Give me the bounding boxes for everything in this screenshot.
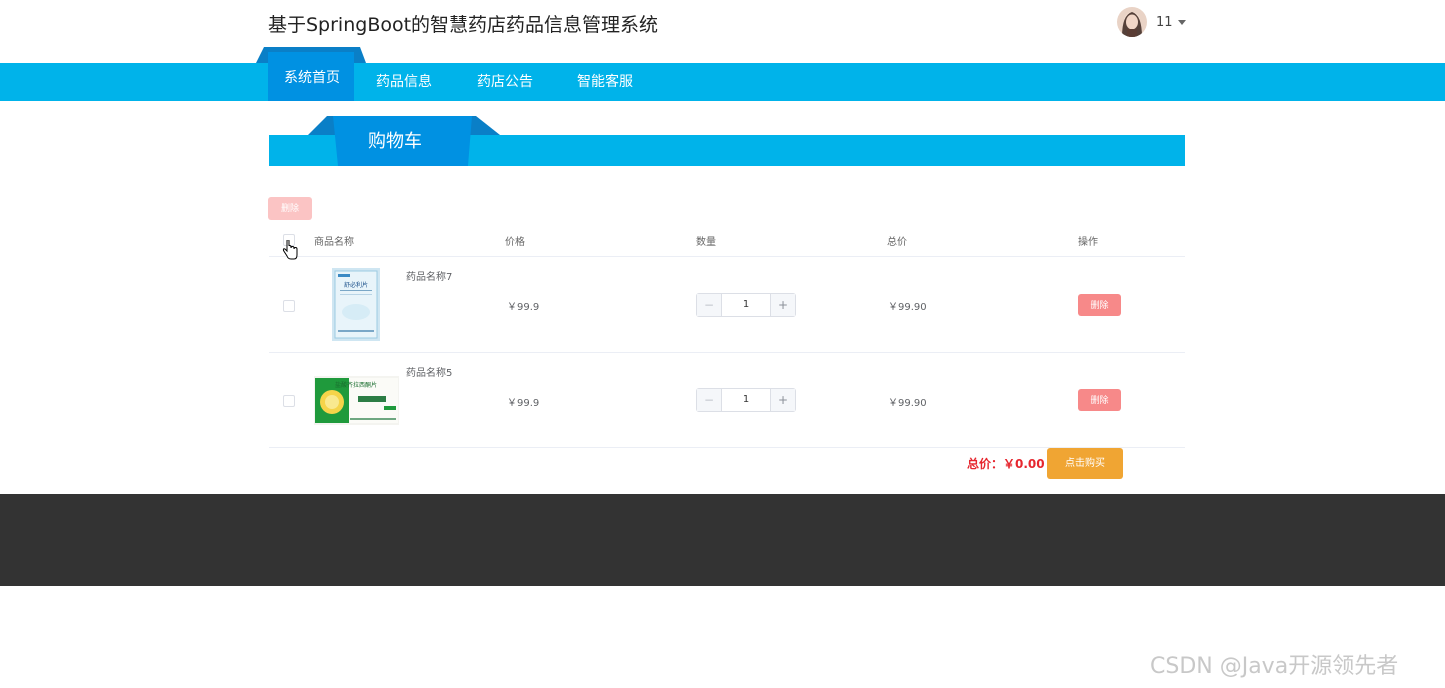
row-subtotal: ￥99.90: [888, 398, 927, 409]
product-image-label: 盐酸齐拉西酮片: [335, 381, 377, 389]
site-title: 基于SpringBoot的智慧药店药品信息管理系统: [268, 14, 659, 36]
nav-item-home[interactable]: 系统首页: [284, 47, 340, 101]
row-delete-button[interactable]: 删除: [1078, 389, 1121, 411]
hand-cursor-icon: [282, 240, 298, 260]
divider: [269, 256, 1185, 257]
product-name[interactable]: 药品名称5: [406, 364, 452, 379]
product-image: 舒必利片: [332, 268, 380, 341]
nav-item-pharmacy-notice[interactable]: 药店公告: [477, 63, 533, 101]
unit-price: ￥99.9: [507, 302, 540, 313]
cart-total: 总价：￥0.00: [967, 457, 1045, 471]
quantity-input[interactable]: [722, 294, 770, 316]
product-name[interactable]: 药品名称7: [406, 268, 452, 283]
column-header-price: 价格: [505, 237, 525, 248]
nav-item-drug-info[interactable]: 药品信息: [376, 63, 432, 101]
footer: [0, 494, 1445, 586]
row-subtotal: ￥99.90: [888, 302, 927, 313]
product-image: 盐酸齐拉西酮片: [314, 376, 399, 425]
unit-price: ￥99.9: [507, 398, 540, 409]
row-delete-button[interactable]: 删除: [1078, 294, 1121, 316]
user-name: 11: [1156, 14, 1173, 30]
increase-button[interactable]: +: [770, 389, 795, 411]
increase-button[interactable]: +: [770, 294, 795, 316]
row-checkbox[interactable]: [283, 395, 295, 407]
column-header-total: 总价: [887, 237, 907, 248]
navbar: [0, 63, 1445, 101]
column-header-name: 商品名称: [314, 237, 354, 248]
divider: [269, 352, 1185, 353]
nav-item-smart-service[interactable]: 智能客服: [577, 63, 633, 101]
product-image-label: 舒必利片: [344, 281, 368, 289]
decrease-button[interactable]: −: [697, 294, 722, 316]
section-title: 购物车: [368, 131, 422, 152]
quantity-stepper: − +: [696, 293, 796, 317]
batch-delete-button[interactable]: 删除: [268, 197, 312, 220]
row-checkbox[interactable]: [283, 300, 295, 312]
watermark: CSDN @Java开源领先者: [1150, 654, 1399, 679]
user-menu[interactable]: 11: [1117, 7, 1186, 37]
decrease-button[interactable]: −: [697, 389, 722, 411]
quantity-input[interactable]: [722, 389, 770, 411]
column-header-action: 操作: [1078, 237, 1098, 248]
buy-button[interactable]: 点击购买: [1047, 448, 1123, 479]
quantity-stepper: − +: [696, 388, 796, 412]
avatar: [1117, 7, 1147, 37]
column-header-quantity: 数量: [696, 237, 716, 248]
caret-down-icon: [1177, 19, 1186, 25]
